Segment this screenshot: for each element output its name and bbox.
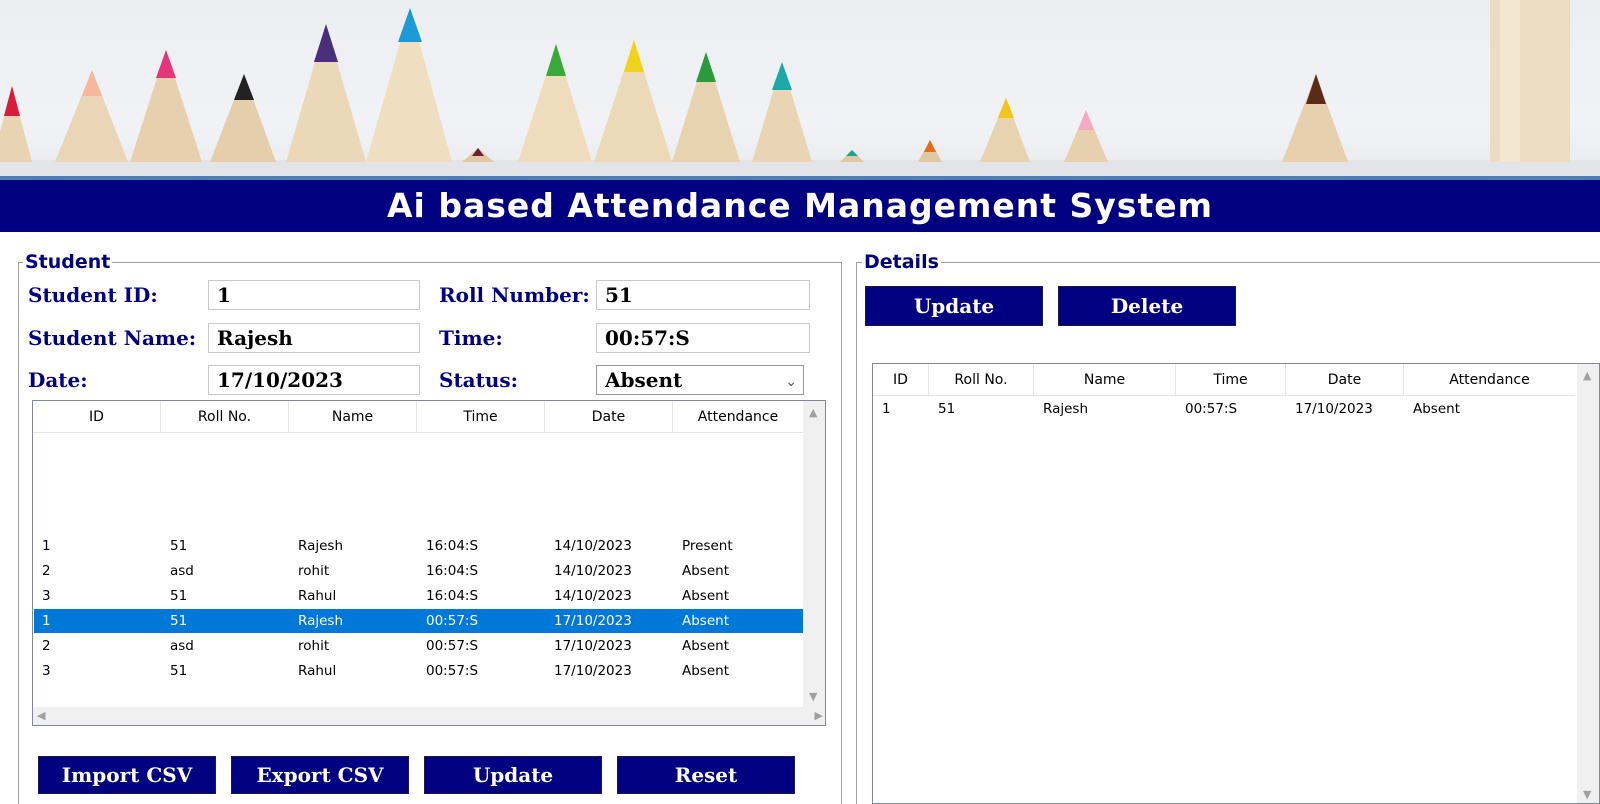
table-cell: 3: [42, 663, 51, 679]
table-cell: Present: [682, 538, 733, 554]
table-cell: 14/10/2023: [554, 538, 632, 554]
table-cell: 00:57:S: [426, 638, 479, 654]
table-header: ID Roll No. Name Time Date Attendance: [873, 364, 1575, 396]
table-cell: 1: [882, 401, 891, 417]
table-row[interactable]: 2 asd rohit 00:57:S 17/10/2023 Absent: [34, 634, 804, 658]
table-cell: asd: [170, 563, 194, 579]
import-csv-button[interactable]: Import CSV: [38, 756, 216, 794]
details-delete-button[interactable]: Delete: [1058, 286, 1236, 326]
scroll-down-icon[interactable]: ▼: [1583, 789, 1591, 801]
column-header[interactable]: Roll No.: [161, 401, 289, 432]
student-name-label: Student Name:: [28, 326, 197, 350]
table-cell: rohit: [298, 638, 330, 654]
table-cell: Absent: [1413, 401, 1460, 417]
table-cell: 00:57:S: [426, 613, 479, 629]
vertical-scrollbar[interactable]: ▲ ▼: [1577, 364, 1599, 803]
roll-number-field[interactable]: 51: [596, 280, 810, 310]
column-header[interactable]: Name: [1034, 364, 1176, 395]
table-row[interactable]: 1 51 Rajesh 00:57:S 17/10/2023 Absent: [34, 609, 804, 633]
table-cell: 51: [170, 588, 188, 604]
column-header[interactable]: ID: [33, 401, 161, 432]
table-cell: 51: [170, 538, 188, 554]
scroll-down-icon[interactable]: ▼: [809, 691, 817, 703]
table-row[interactable]: 3 51 Rahul 16:04:S 14/10/2023 Absent: [34, 584, 804, 608]
roll-number-label: Roll Number:: [439, 283, 590, 307]
table-cell: Rajesh: [298, 613, 344, 629]
student-name-field[interactable]: Rajesh: [208, 323, 420, 353]
table-row[interactable]: 1 51 Rajesh 00:57:S 17/10/2023 Absent: [874, 397, 1576, 421]
scroll-up-icon[interactable]: ▲: [1583, 370, 1591, 382]
table-cell: 16:04:S: [426, 588, 479, 604]
student-frame-legend: Student: [23, 251, 113, 273]
table-cell: 00:57:S: [1185, 401, 1238, 417]
app-title: Ai based Attendance Management System: [0, 180, 1600, 232]
table-cell: Absent: [682, 663, 729, 679]
table-cell: 2: [42, 638, 51, 654]
table-cell: Absent: [682, 638, 729, 654]
table-cell: 16:04:S: [426, 563, 479, 579]
table-cell: 2: [42, 563, 51, 579]
table-cell: 16:04:S: [426, 538, 479, 554]
table-cell: Absent: [682, 588, 729, 604]
table-cell: Rajesh: [298, 538, 344, 554]
table-cell: rohit: [298, 563, 330, 579]
table-cell: 51: [170, 663, 188, 679]
table-row[interactable]: 1 51 Rajesh 16:04:S 14/10/2023 Present: [34, 534, 804, 558]
table-cell: 51: [938, 401, 956, 417]
table-cell: Absent: [682, 613, 729, 629]
table-cell: 51: [170, 613, 188, 629]
table-cell: Absent: [682, 563, 729, 579]
table-cell: Rahul: [298, 663, 337, 679]
export-csv-button[interactable]: Export CSV: [231, 756, 409, 794]
table-cell: 17/10/2023: [554, 663, 632, 679]
time-label: Time:: [439, 326, 503, 350]
status-select-value: Absent: [605, 368, 683, 392]
scroll-right-icon[interactable]: ▶: [815, 710, 823, 722]
chevron-down-icon[interactable]: ⌄: [785, 368, 797, 396]
column-header[interactable]: Time: [417, 401, 545, 432]
status-label: Status:: [439, 368, 519, 392]
date-field[interactable]: 17/10/2023: [208, 365, 420, 395]
table-cell: 1: [42, 538, 51, 554]
column-header[interactable]: Name: [289, 401, 417, 432]
table-header: ID Roll No. Name Time Date Attendance: [33, 401, 803, 433]
scroll-up-icon[interactable]: ▲: [809, 407, 817, 419]
table-cell: Rajesh: [1043, 401, 1089, 417]
attendance-table[interactable]: ID Roll No. Name Time Date Attendance 1 5…: [32, 400, 826, 726]
details-table[interactable]: ID Roll No. Name Time Date Attendance 1 5…: [872, 363, 1600, 804]
table-cell: 17/10/2023: [554, 613, 632, 629]
table-row[interactable]: 2 asd rohit 16:04:S 14/10/2023 Absent: [34, 559, 804, 583]
details-update-button[interactable]: Update: [865, 286, 1043, 326]
table-cell: 14/10/2023: [554, 588, 632, 604]
horizontal-scrollbar[interactable]: ◀ ▶: [33, 707, 825, 725]
column-header[interactable]: Time: [1176, 364, 1286, 395]
update-button[interactable]: Update: [424, 756, 602, 794]
vertical-scrollbar[interactable]: ▲ ▼: [803, 401, 825, 707]
table-cell: Rahul: [298, 588, 337, 604]
time-field[interactable]: 00:57:S: [596, 323, 810, 353]
column-header[interactable]: Attendance: [1404, 364, 1575, 395]
scroll-left-icon[interactable]: ◀: [37, 710, 45, 722]
table-row[interactable]: 3 51 Rahul 00:57:S 17/10/2023 Absent: [34, 659, 804, 683]
student-id-field[interactable]: 1: [208, 280, 420, 310]
status-select[interactable]: Absent ⌄: [596, 365, 804, 395]
column-header[interactable]: Attendance: [673, 401, 803, 432]
column-header[interactable]: Date: [545, 401, 673, 432]
student-id-label: Student ID:: [28, 283, 158, 307]
table-cell: 17/10/2023: [554, 638, 632, 654]
banner-image: [0, 0, 1600, 180]
column-header[interactable]: ID: [873, 364, 929, 395]
table-cell: 14/10/2023: [554, 563, 632, 579]
date-label: Date:: [28, 368, 88, 392]
table-cell: asd: [170, 638, 194, 654]
pencils-illustration: [0, 0, 1600, 180]
column-header[interactable]: Roll No.: [929, 364, 1034, 395]
column-header[interactable]: Date: [1286, 364, 1404, 395]
table-cell: 3: [42, 588, 51, 604]
details-frame-legend: Details: [862, 251, 941, 273]
table-cell: 1: [42, 613, 51, 629]
table-cell: 00:57:S: [426, 663, 479, 679]
reset-button[interactable]: Reset: [617, 756, 795, 794]
table-cell: 17/10/2023: [1295, 401, 1373, 417]
